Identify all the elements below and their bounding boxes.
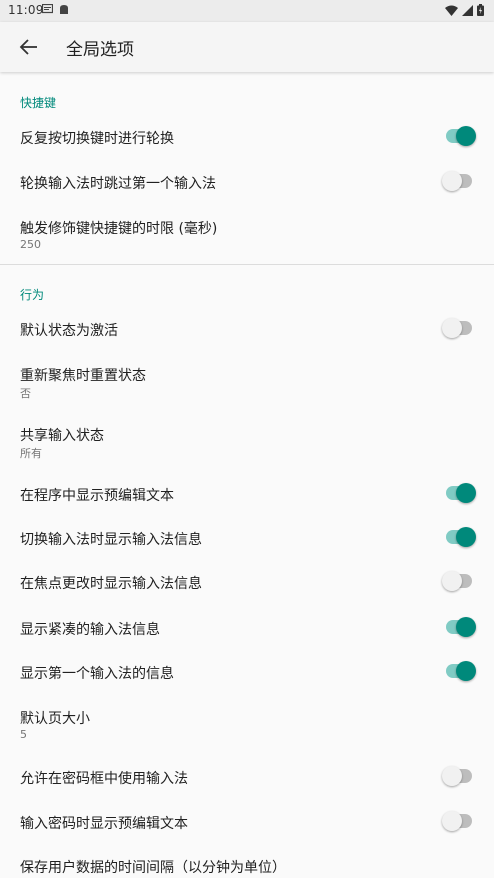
wifi-icon (445, 5, 458, 16)
status-bar: 11:09 (0, 0, 494, 22)
pref-row-preedit-in-password[interactable]: 输入密码时显示预编辑文本 (0, 796, 494, 840)
pref-row-cycle-on-repeat[interactable]: 反复按切换键时进行轮换 (0, 114, 494, 158)
pref-row-reset-on-focus[interactable]: 重新聚焦时重置状态 否 (0, 350, 494, 410)
arrow-back-icon[interactable] (18, 36, 40, 58)
pref-label: 切换输入法时显示输入法信息 (20, 532, 202, 548)
toggle-switch[interactable] (446, 483, 476, 503)
status-time: 11:09 (8, 3, 44, 17)
pref-row-first-im-info[interactable]: 显示第一个输入法的信息 (0, 646, 494, 690)
pref-row-share-input-state[interactable]: 共享输入状态 所有 (0, 410, 494, 470)
toggle-switch[interactable] (442, 171, 472, 191)
section-header-shortcuts: 快捷键 (20, 96, 57, 110)
pref-label: 在焦点更改时显示输入法信息 (20, 576, 202, 592)
pref-label: 显示第一个输入法的信息 (20, 666, 174, 682)
pref-row-save-interval[interactable]: 保存用户数据的时间间隔（以分钟为单位） (0, 840, 494, 878)
pref-row-preedit-in-app[interactable]: 在程序中显示预编辑文本 (0, 470, 494, 514)
pref-row-active-by-default[interactable]: 默认状态为激活 (0, 306, 494, 350)
pref-label: 在程序中显示预编辑文本 (20, 488, 174, 504)
pref-label: 轮换输入法时跳过第一个输入法 (20, 176, 216, 192)
pref-label: 保存用户数据的时间间隔（以分钟为单位） (20, 860, 286, 876)
pref-row-allow-in-password[interactable]: 允许在密码框中使用输入法 (0, 752, 494, 796)
app-bar: 全局选项 (0, 22, 494, 72)
pref-label: 重新聚焦时重置状态 (20, 368, 146, 384)
toggle-switch[interactable] (446, 126, 476, 146)
toggle-switch[interactable] (442, 318, 472, 338)
pref-label: 允许在密码框中使用输入法 (20, 771, 188, 787)
pref-label: 默认页大小 (20, 711, 90, 727)
pref-row-default-page-size[interactable]: 默认页大小 5 (0, 690, 494, 752)
pref-label: 默认状态为激活 (20, 323, 118, 339)
toggle-switch[interactable] (446, 617, 476, 637)
pref-label: 反复按切换键时进行轮换 (20, 131, 174, 147)
pref-label: 输入密码时显示预编辑文本 (20, 816, 188, 832)
section-divider (0, 264, 494, 265)
pref-row-compact-info[interactable]: 显示紧凑的输入法信息 (0, 602, 494, 646)
page-title: 全局选项 (66, 40, 134, 60)
pref-summary: 所有 (20, 447, 42, 460)
pref-summary: 250 (20, 238, 41, 251)
pref-label: 共享输入状态 (20, 428, 104, 444)
pref-row-modifier-timeout[interactable]: 触发修饰键快捷键的时限 (毫秒) 250 (0, 202, 494, 264)
toggle-switch[interactable] (442, 811, 472, 831)
message-notification-icon (42, 4, 53, 14)
pref-summary: 5 (20, 728, 27, 741)
android-notification-icon (60, 5, 68, 14)
pref-label: 触发修饰键快捷键的时限 (毫秒) (20, 221, 218, 237)
pref-row-skip-first-im[interactable]: 轮换输入法时跳过第一个输入法 (0, 158, 494, 202)
pref-row-show-info-on-focus[interactable]: 在焦点更改时显示输入法信息 (0, 558, 494, 602)
toggle-switch[interactable] (446, 527, 476, 547)
toggle-switch[interactable] (442, 571, 472, 591)
cellular-signal-icon (462, 4, 473, 16)
battery-icon (477, 4, 484, 16)
pref-row-show-info-on-switch[interactable]: 切换输入法时显示输入法信息 (0, 514, 494, 558)
section-header-behavior: 行为 (20, 288, 45, 302)
pref-label: 显示紧凑的输入法信息 (20, 622, 160, 638)
toggle-switch[interactable] (442, 766, 472, 786)
toggle-switch[interactable] (446, 661, 476, 681)
pref-summary: 否 (20, 387, 31, 400)
